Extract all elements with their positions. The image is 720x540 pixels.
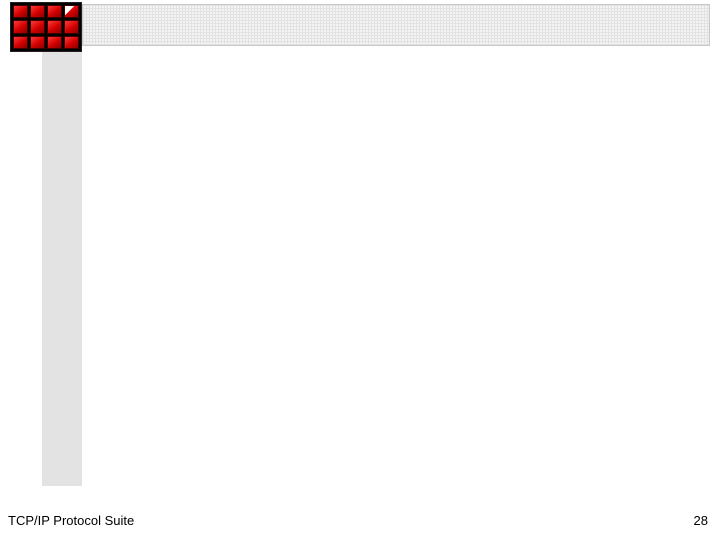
logo-cell	[30, 20, 45, 33]
logo-cell-notch	[64, 5, 79, 18]
logo-cell	[13, 5, 28, 18]
page-number: 28	[694, 513, 708, 528]
slide: TCP/IP Protocol Suite 28	[0, 0, 720, 540]
logo-cell	[13, 20, 28, 33]
footer: TCP/IP Protocol Suite 28	[8, 513, 708, 528]
title-bar-pattern	[82, 4, 710, 46]
left-side-strip	[42, 46, 82, 486]
logo-cell	[47, 5, 62, 18]
logo-cell	[64, 36, 79, 49]
logo-cell	[64, 20, 79, 33]
logo-cell	[13, 36, 28, 49]
red-grid-logo-icon	[10, 2, 82, 52]
logo-cell	[47, 20, 62, 33]
footer-title: TCP/IP Protocol Suite	[8, 513, 134, 528]
logo-cell	[30, 36, 45, 49]
logo-cell	[47, 36, 62, 49]
logo-cell	[30, 5, 45, 18]
